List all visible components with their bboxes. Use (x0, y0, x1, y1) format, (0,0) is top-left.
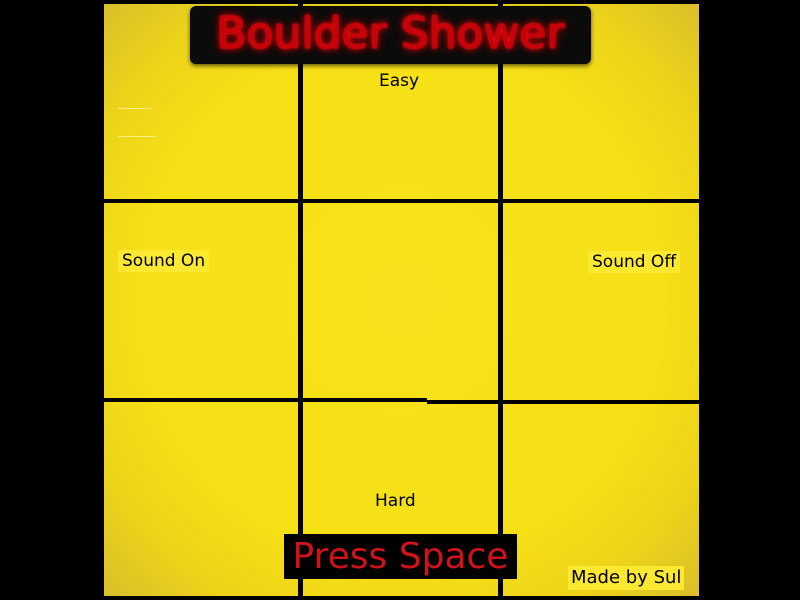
press-space-prompt[interactable]: Press Space (284, 534, 517, 579)
decorative-dash-1 (118, 108, 152, 109)
grid-line-vertical-1 (298, 4, 303, 596)
sound-off-option[interactable]: Sound Off (588, 251, 681, 273)
difficulty-hard-option[interactable]: Hard (375, 491, 416, 511)
decorative-dash-2 (118, 136, 156, 137)
sound-on-option[interactable]: Sound On (118, 250, 210, 272)
game-screen: Boulder Shower Easy Sound On Sound Off H… (0, 0, 800, 600)
grid-line-horizontal-2a (104, 398, 427, 402)
grid-line-vertical-2 (498, 4, 503, 596)
game-title: Boulder Shower (216, 8, 565, 59)
grid-line-horizontal-2b (427, 400, 699, 404)
difficulty-easy-option[interactable]: Easy (379, 71, 419, 91)
grid-line-horizontal-1 (104, 199, 699, 203)
credit-label: Made by Sul (568, 566, 685, 590)
